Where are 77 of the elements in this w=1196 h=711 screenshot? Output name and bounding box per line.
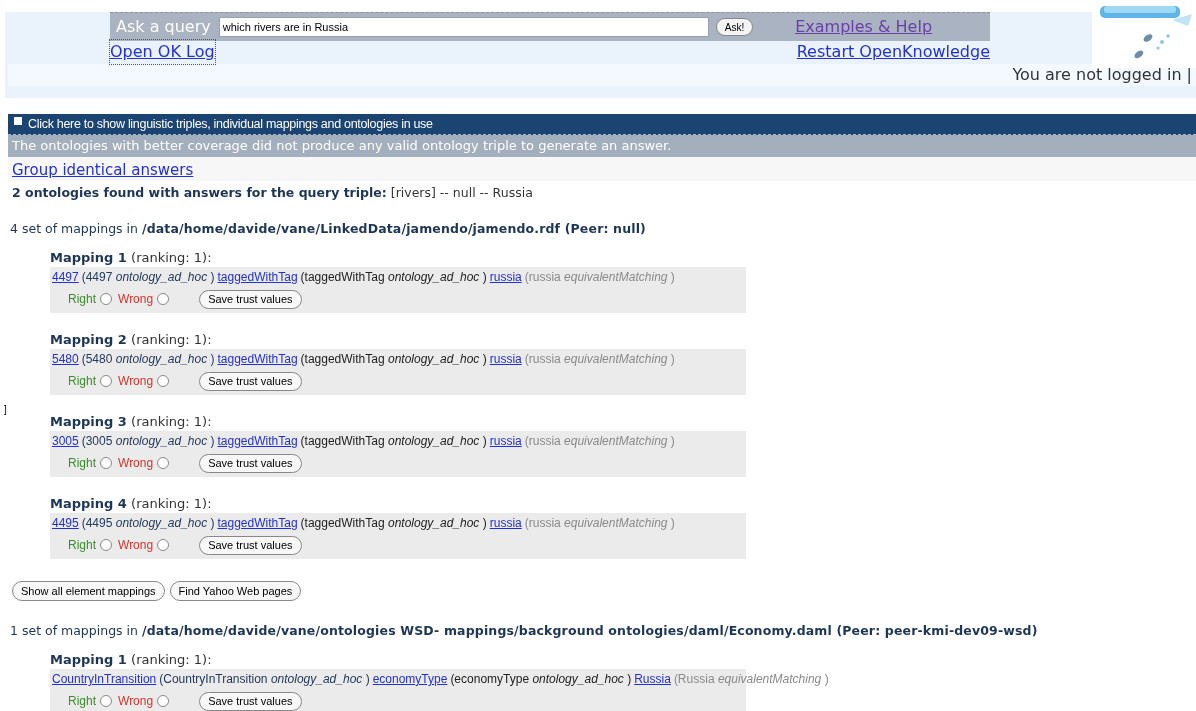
- term-link[interactable]: economyType: [372, 670, 448, 688]
- option-label: Wrong: [118, 291, 154, 308]
- stray-mark: ]: [4, 403, 7, 417]
- option-label: Wrong: [118, 373, 154, 390]
- term-link[interactable]: 5480: [52, 350, 79, 368]
- mapping-title: Mapping 4 (ranking: 1):: [50, 495, 212, 514]
- query-field[interactable]: which rivers are in Russia: [218, 17, 709, 37]
- radio-button[interactable]: [157, 457, 170, 469]
- term-detail: (3005 ontology_ad_hoc ): [81, 433, 215, 450]
- radio-button[interactable]: [100, 375, 112, 387]
- save-trust-button[interactable]: Save trust values: [199, 691, 302, 711]
- term-detail: (taggedWithTag ontology_ad_hoc ): [300, 515, 487, 532]
- term-detail: (taggedWithTag ontology_ad_hoc ): [300, 351, 487, 368]
- term-link[interactable]: russia: [489, 514, 522, 532]
- option-label: Right: [68, 455, 96, 472]
- term-link[interactable]: taggedWithTag: [217, 268, 298, 286]
- term-detail: (russia equivalentMatching ): [524, 433, 675, 450]
- mapping-title: Mapping 3 (ranking: 1):: [50, 413, 212, 432]
- summary-text: 2 ontologies found with answers for the query triple: [rivers] -- null -- Russia: [12, 183, 533, 202]
- option-label: Wrong: [118, 537, 154, 554]
- term-detail: (4497 ontology_ad_hoc ): [81, 269, 215, 286]
- toggle-label: Click here to show linguistic triples, individual mappings and ontologies in use: [28, 115, 433, 133]
- radio-button[interactable]: [157, 695, 170, 707]
- restart-link[interactable]: Restart OpenKnowledge: [796, 40, 990, 64]
- term-link[interactable]: taggedWithTag: [217, 514, 298, 532]
- term-detail: (CountryInTransition ontology_ad_hoc ): [159, 671, 370, 688]
- term-detail: (4495 ontology_ad_hoc ): [81, 515, 215, 532]
- save-trust-button[interactable]: Save trust values: [199, 289, 302, 309]
- term-detail: (Russia equivalentMatching ): [673, 671, 829, 688]
- option-label: Right: [68, 693, 96, 710]
- expand-icon: [14, 117, 22, 125]
- query-label: Ask a query: [116, 16, 211, 38]
- notice-text: The ontologies with better coverage did not produce any valid ontology triple to generate an answer.: [12, 137, 672, 156]
- radio-button[interactable]: [100, 695, 112, 707]
- term-link[interactable]: russia: [489, 268, 522, 286]
- mapping-title: Mapping 2 (ranking: 1):: [50, 331, 212, 350]
- radio-button[interactable]: [157, 293, 170, 305]
- term-link[interactable]: CountryInTransition: [52, 670, 157, 688]
- toggle-bar[interactable]: Click here to show linguistic triples, individual mappings and ontologies in use: [8, 114, 1196, 135]
- option-label: Wrong: [118, 693, 154, 710]
- term-link[interactable]: russia: [489, 350, 522, 368]
- log-link[interactable]: Open OK Log: [110, 40, 215, 64]
- ask-button[interactable]: Ask!: [715, 18, 754, 36]
- action-button[interactable]: Show all element mappings: [12, 581, 165, 601]
- radio-button[interactable]: [100, 293, 112, 305]
- term-detail: (russia equivalentMatching ): [524, 515, 675, 532]
- save-trust-button[interactable]: Save trust values: [199, 535, 302, 555]
- radio-button[interactable]: [157, 375, 170, 387]
- term-link[interactable]: 3005: [52, 432, 79, 450]
- set-heading: 4 set of mappings in /data/home/davide/vane/LinkedData/jamendo/jamendo.rdf (Peer: null): [10, 219, 646, 238]
- save-trust-button[interactable]: Save trust values: [199, 453, 302, 473]
- option-label: Right: [68, 291, 96, 308]
- term-link[interactable]: russia: [489, 432, 522, 450]
- term-detail: (economyType ontology_ad_hoc ): [450, 671, 632, 688]
- login-status: You are not logged in |: [1012, 64, 1192, 86]
- option-label: Right: [68, 373, 96, 390]
- radio-button[interactable]: [100, 457, 112, 469]
- action-button[interactable]: Find Yahoo Web pages: [169, 581, 302, 601]
- group-answers-link[interactable]: Group identical answers: [12, 158, 194, 181]
- set-heading: 1 set of mappings in /data/home/davide/vane/ontologies WSD- mappings/background ontologies/daml/Economy.daml (Peer: peer-kmi-dev09-wsd): [10, 621, 1038, 640]
- save-trust-button[interactable]: Save trust values: [199, 371, 302, 391]
- term-detail: (russia equivalentMatching ): [524, 351, 675, 368]
- mapping-title: Mapping 1 (ranking: 1):: [50, 651, 212, 670]
- term-detail: (taggedWithTag ontology_ad_hoc ): [300, 433, 487, 450]
- term-link[interactable]: Russia: [634, 670, 671, 688]
- mapping-title: Mapping 1 (ranking: 1):: [50, 249, 212, 268]
- radio-button[interactable]: [100, 539, 112, 551]
- term-link[interactable]: 4497: [52, 268, 79, 286]
- option-label: Right: [68, 537, 96, 554]
- option-label: Wrong: [118, 455, 154, 472]
- term-detail: (taggedWithTag ontology_ad_hoc ): [300, 269, 487, 286]
- term-link[interactable]: 4495: [52, 514, 79, 532]
- term-link[interactable]: taggedWithTag: [217, 432, 298, 450]
- term-link[interactable]: taggedWithTag: [217, 350, 298, 368]
- radio-button[interactable]: [157, 539, 170, 551]
- term-detail: (5480 ontology_ad_hoc ): [81, 351, 215, 368]
- term-detail: (russia equivalentMatching ): [524, 269, 675, 286]
